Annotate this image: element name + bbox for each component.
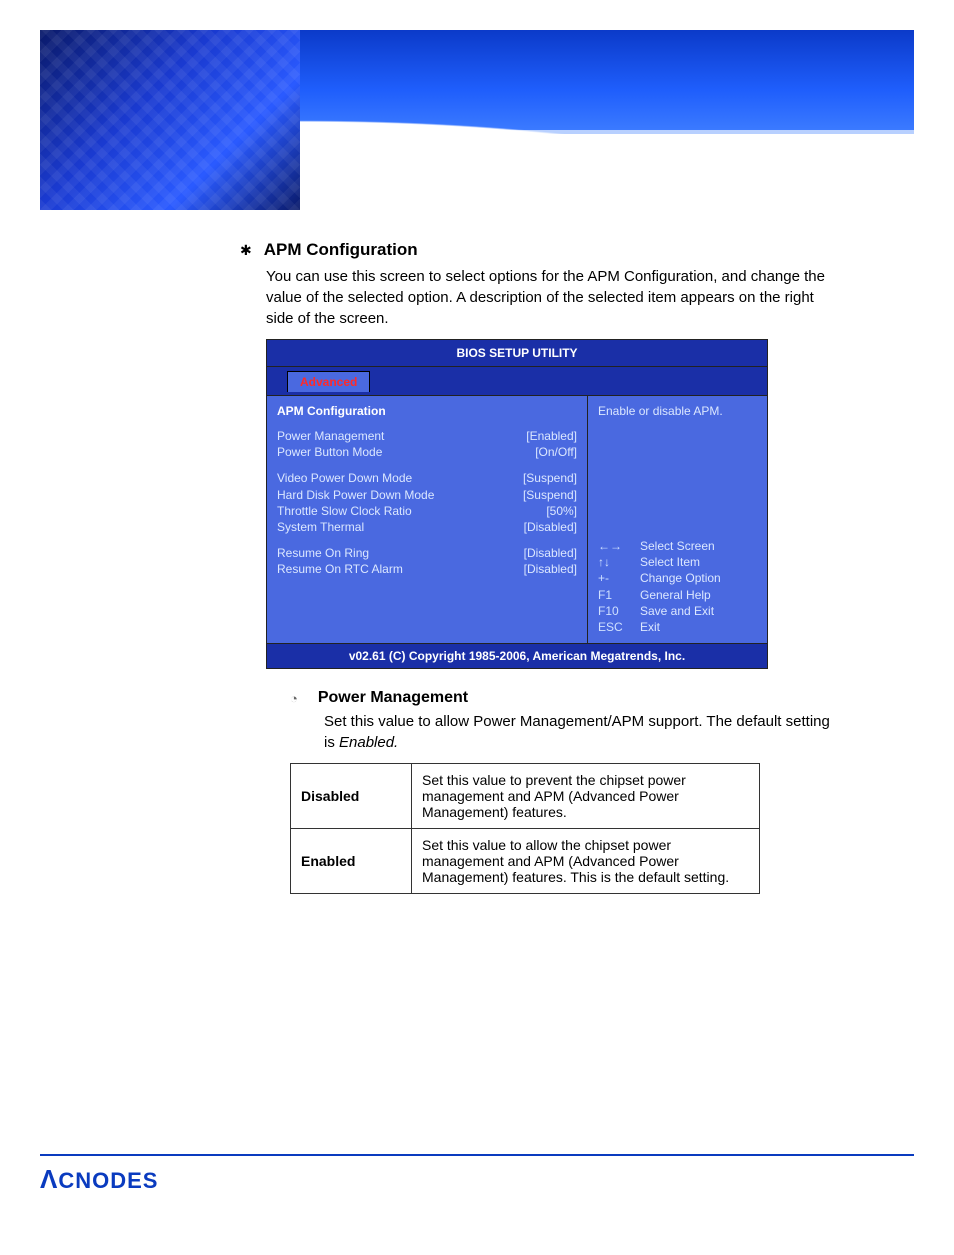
bios-right-panel: Enable or disable APM. ←→ Select Screen ↑… bbox=[588, 396, 767, 643]
section-description: You can use this screen to select option… bbox=[266, 266, 834, 329]
bios-title: BIOS SETUP UTILITY bbox=[267, 340, 767, 367]
bios-key: ←→ bbox=[598, 538, 628, 554]
bios-left-panel: APM Configuration Power Management [Enab… bbox=[267, 396, 588, 643]
brand-logo: ΛACNODESCNODES bbox=[40, 1164, 914, 1195]
bios-item-value: [50%] bbox=[546, 503, 577, 519]
bios-item[interactable]: Resume On Ring [Disabled] bbox=[277, 545, 577, 561]
bios-footer: v02.61 (C) Copyright 1985-2006, American… bbox=[267, 643, 767, 668]
option-text: Set this value to allow the chipset powe… bbox=[412, 829, 760, 894]
table-row: Enabled Set this value to allow the chip… bbox=[291, 829, 760, 894]
subsection-title: Power Management bbox=[318, 689, 468, 707]
bios-key-action: Change Option bbox=[640, 570, 721, 586]
option-name: Disabled bbox=[291, 764, 412, 829]
section-title: APM Configuration bbox=[264, 240, 418, 260]
page-footer: ΛACNODESCNODES bbox=[40, 1154, 914, 1195]
bios-item-label: Power Management bbox=[277, 428, 384, 444]
bios-item-value: [Suspend] bbox=[523, 487, 577, 503]
bios-item[interactable]: Video Power Down Mode [Suspend] bbox=[277, 470, 577, 486]
header-banner bbox=[40, 30, 914, 210]
bios-key: ↑↓ bbox=[598, 554, 628, 570]
bios-item-value: [Enabled] bbox=[526, 428, 577, 444]
options-table: Disabled Set this value to prevent the c… bbox=[290, 763, 760, 894]
option-name: Enabled bbox=[291, 829, 412, 894]
bios-item-label: System Thermal bbox=[277, 519, 364, 535]
option-text: Set this value to prevent the chipset po… bbox=[412, 764, 760, 829]
bios-tab-bar: Advanced bbox=[267, 367, 767, 396]
bios-item-label: Power Button Mode bbox=[277, 444, 382, 460]
banner-chip-art bbox=[40, 30, 300, 210]
bios-item-label: Video Power Down Mode bbox=[277, 470, 412, 486]
bios-item-label: Throttle Slow Clock Ratio bbox=[277, 503, 412, 519]
table-row: Disabled Set this value to prevent the c… bbox=[291, 764, 760, 829]
subsection-description: Set this value to allow Power Management… bbox=[324, 711, 834, 753]
bios-key-action: General Help bbox=[640, 587, 711, 603]
bios-key: ESC bbox=[598, 619, 628, 635]
bios-item[interactable]: Hard Disk Power Down Mode [Suspend] bbox=[277, 487, 577, 503]
bios-item-value: [On/Off] bbox=[535, 444, 577, 460]
bios-screenshot: BIOS SETUP UTILITY Advanced APM Configur… bbox=[266, 339, 768, 669]
bios-item-label: Resume On Ring bbox=[277, 545, 369, 561]
bios-item-label: Hard Disk Power Down Mode bbox=[277, 487, 434, 503]
bios-item-label: Resume On RTC Alarm bbox=[277, 561, 403, 577]
bios-key-legend: ←→ Select Screen ↑↓ Select Item +- Change O… bbox=[598, 418, 757, 635]
subsection-bullet-icon: ◔ bbox=[290, 691, 298, 707]
bios-item[interactable]: Resume On RTC Alarm [Disabled] bbox=[277, 561, 577, 577]
bios-key: +- bbox=[598, 570, 628, 586]
bios-help-text: Enable or disable APM. bbox=[598, 404, 757, 418]
banner-swoop bbox=[300, 110, 914, 210]
bios-key-action: Exit bbox=[640, 619, 660, 635]
bios-item[interactable]: Throttle Slow Clock Ratio [50%] bbox=[277, 503, 577, 519]
bios-key-action: Select Screen bbox=[640, 538, 715, 554]
bios-item[interactable]: Power Button Mode [On/Off] bbox=[277, 444, 577, 460]
bios-item[interactable]: System Thermal [Disabled] bbox=[277, 519, 577, 535]
bios-key: F1 bbox=[598, 587, 628, 603]
bios-key-action: Save and Exit bbox=[640, 603, 714, 619]
bios-item-value: [Disabled] bbox=[524, 519, 577, 535]
bios-item-value: [Disabled] bbox=[524, 545, 577, 561]
bios-tab-advanced[interactable]: Advanced bbox=[287, 371, 370, 392]
bios-panel-header: APM Configuration bbox=[277, 404, 577, 418]
bios-item[interactable]: Power Management [Enabled] bbox=[277, 428, 577, 444]
bios-key-action: Select Item bbox=[640, 554, 700, 570]
section-bullet-icon: ✱ bbox=[240, 242, 252, 259]
bios-key: F10 bbox=[598, 603, 628, 619]
bios-item-value: [Disabled] bbox=[524, 561, 577, 577]
bios-item-value: [Suspend] bbox=[523, 470, 577, 486]
